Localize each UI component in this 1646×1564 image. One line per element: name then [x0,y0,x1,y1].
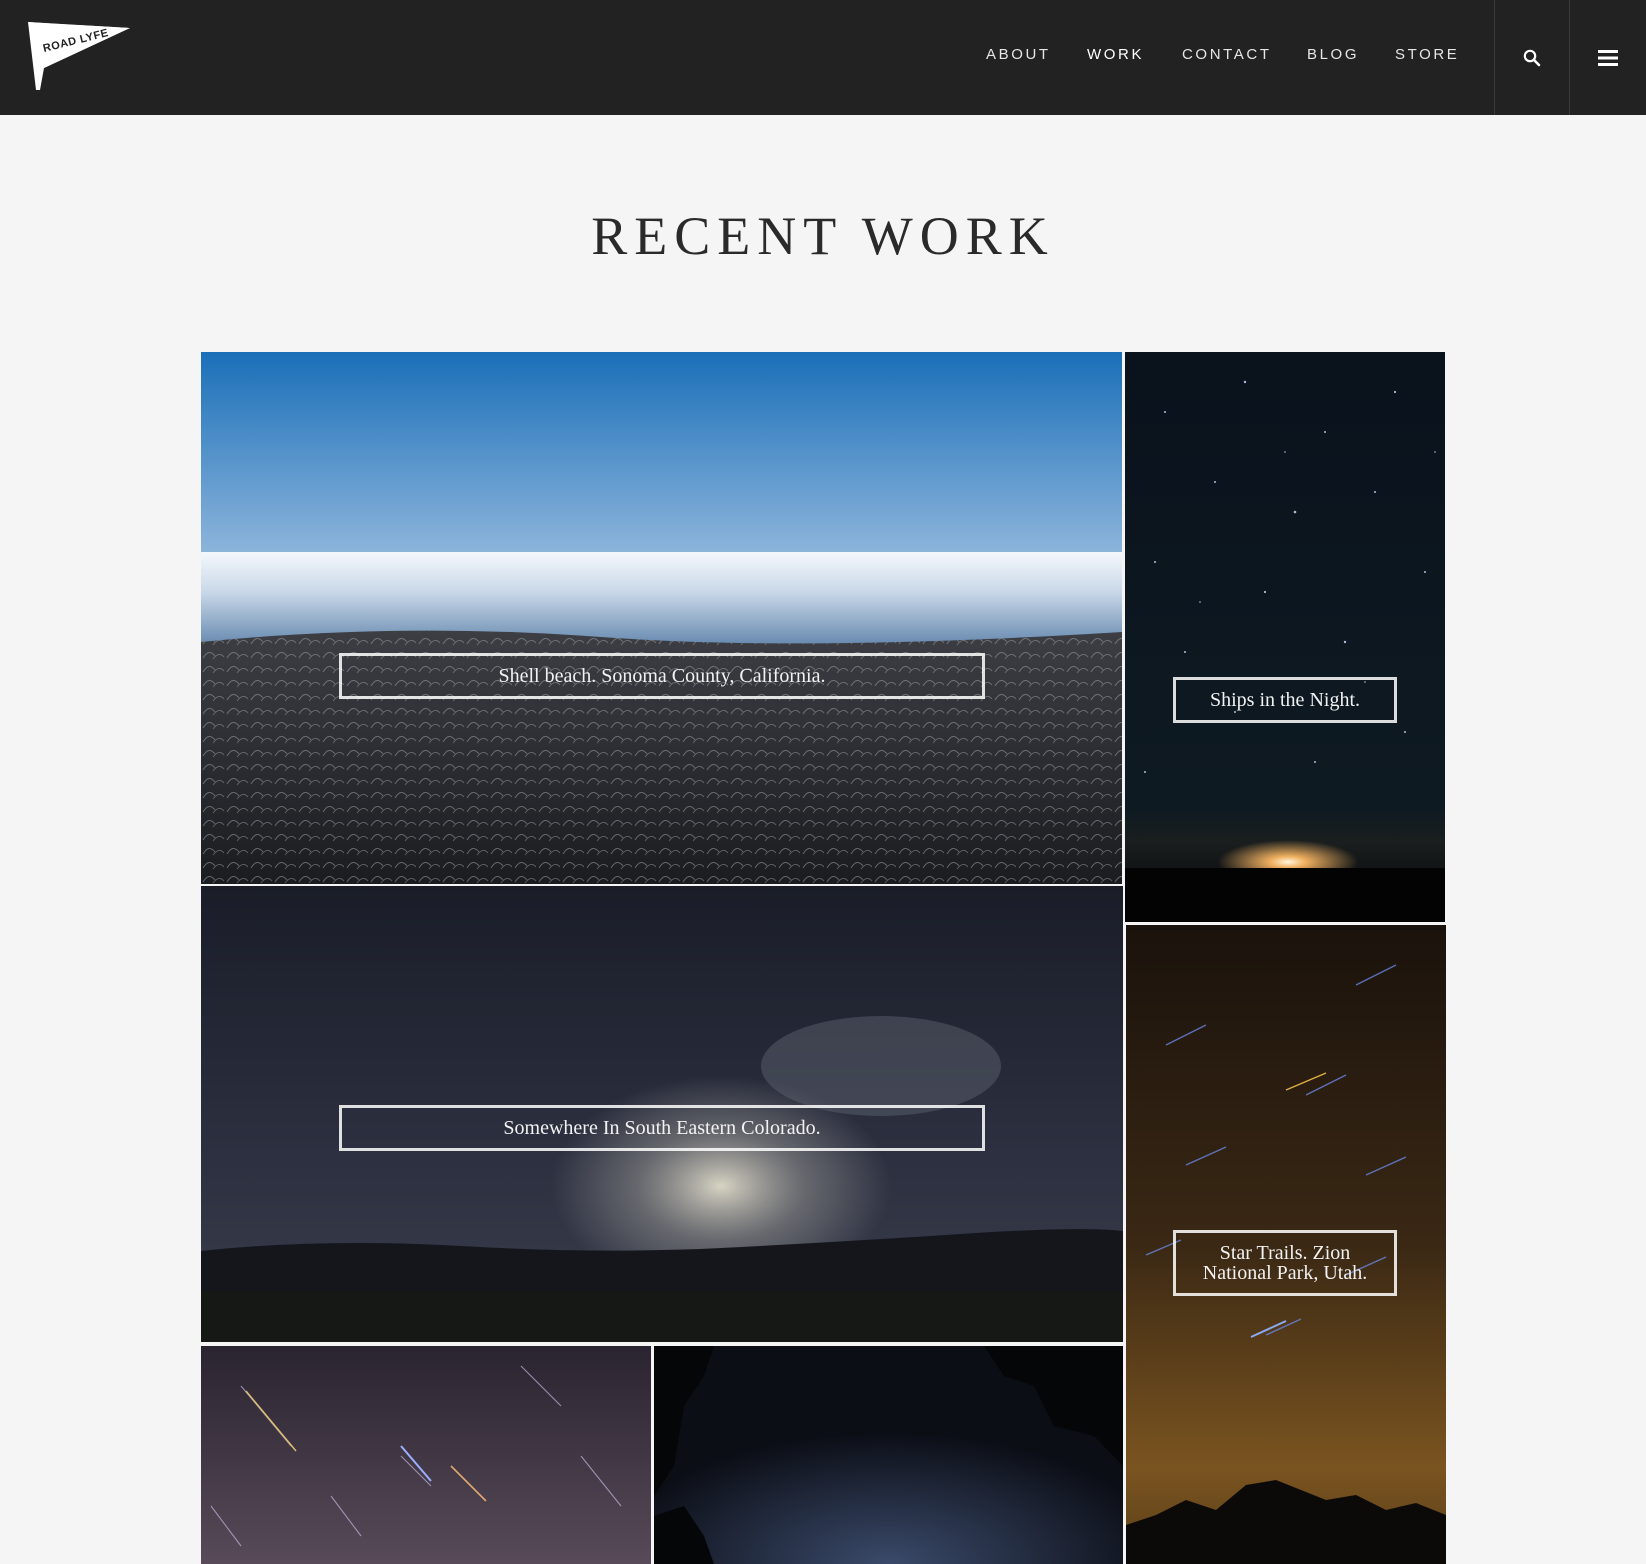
gallery-item-colorado[interactable]: Somewhere In South Eastern Colorado. [201,886,1123,1342]
nav-work[interactable]: WORK [1087,46,1144,63]
gallery-item-night-trees[interactable] [654,1346,1123,1564]
search-icon [1523,49,1541,66]
photo-ocean-grass [201,352,1122,884]
gallery-item-star-trails-purple[interactable] [201,1346,651,1564]
photo-star-trails-purple [201,1346,651,1564]
gallery-caption: Star Trails. Zion National Park, Utah. [1173,1230,1397,1296]
gallery-caption: Ships in the Night. [1173,677,1397,723]
search-button[interactable] [1495,0,1569,115]
page-title: RECENT WORK [591,206,1055,266]
gallery-item-shell-beach[interactable]: Shell beach. Sonoma County, California. [201,352,1122,884]
road-lyfe-logo[interactable]: ROAD LYFE [26,20,134,92]
hamburger-menu-icon [1598,49,1618,66]
nav-blog[interactable]: BLOG [1307,46,1359,63]
pennant-flag-icon: ROAD LYFE [28,22,130,90]
gallery-item-zion-star-trails[interactable]: Star Trails. Zion National Park, Utah. [1126,925,1446,1564]
nav-store[interactable]: STORE [1395,46,1459,63]
gallery-item-ships-in-the-night[interactable]: Ships in the Night. [1125,352,1445,922]
menu-button[interactable] [1570,0,1646,115]
site-header: ROAD LYFE ABOUT WORK CONTACT BLOG STORE [0,0,1646,115]
photo-night-sky-moonrise [1125,352,1445,922]
nav-about[interactable]: ABOUT [986,46,1051,63]
nav-contact[interactable]: CONTACT [1182,46,1272,63]
photo-night-trees [654,1346,1123,1564]
gallery-caption: Shell beach. Sonoma County, California. [339,653,985,699]
gallery-caption: Somewhere In South Eastern Colorado. [339,1105,985,1151]
